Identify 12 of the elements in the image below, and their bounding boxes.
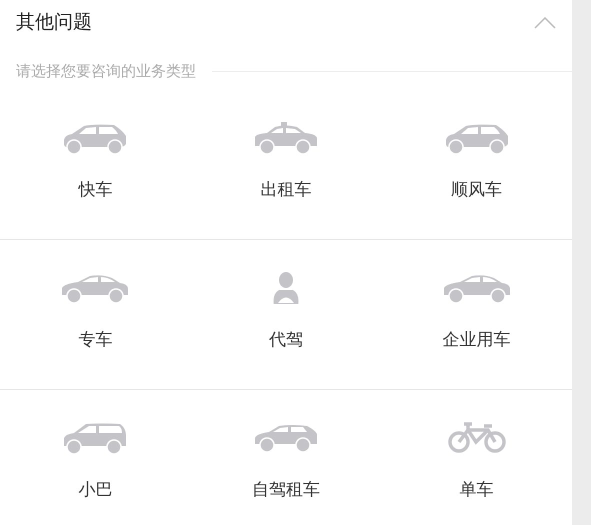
service-tile[interactable]: 小巴	[0, 390, 191, 525]
section-subtitle: 请选择您要咨询的业务类型	[16, 60, 196, 82]
service-tile[interactable]: 顺风车	[381, 90, 572, 240]
service-tile[interactable]: 自驾租车	[190, 390, 382, 525]
service-tile[interactable]: 专车	[0, 240, 191, 390]
chevron-icon[interactable]	[534, 16, 556, 29]
service-tile[interactable]: 企业用车	[381, 240, 572, 390]
service-tile[interactable]: 代驾	[190, 240, 382, 390]
service-tile[interactable]: 单车	[381, 390, 572, 525]
service-tile[interactable]: 出租车	[190, 90, 382, 240]
section-title: 其他问题	[16, 10, 92, 35]
service-tile[interactable]: 快车	[0, 90, 191, 240]
